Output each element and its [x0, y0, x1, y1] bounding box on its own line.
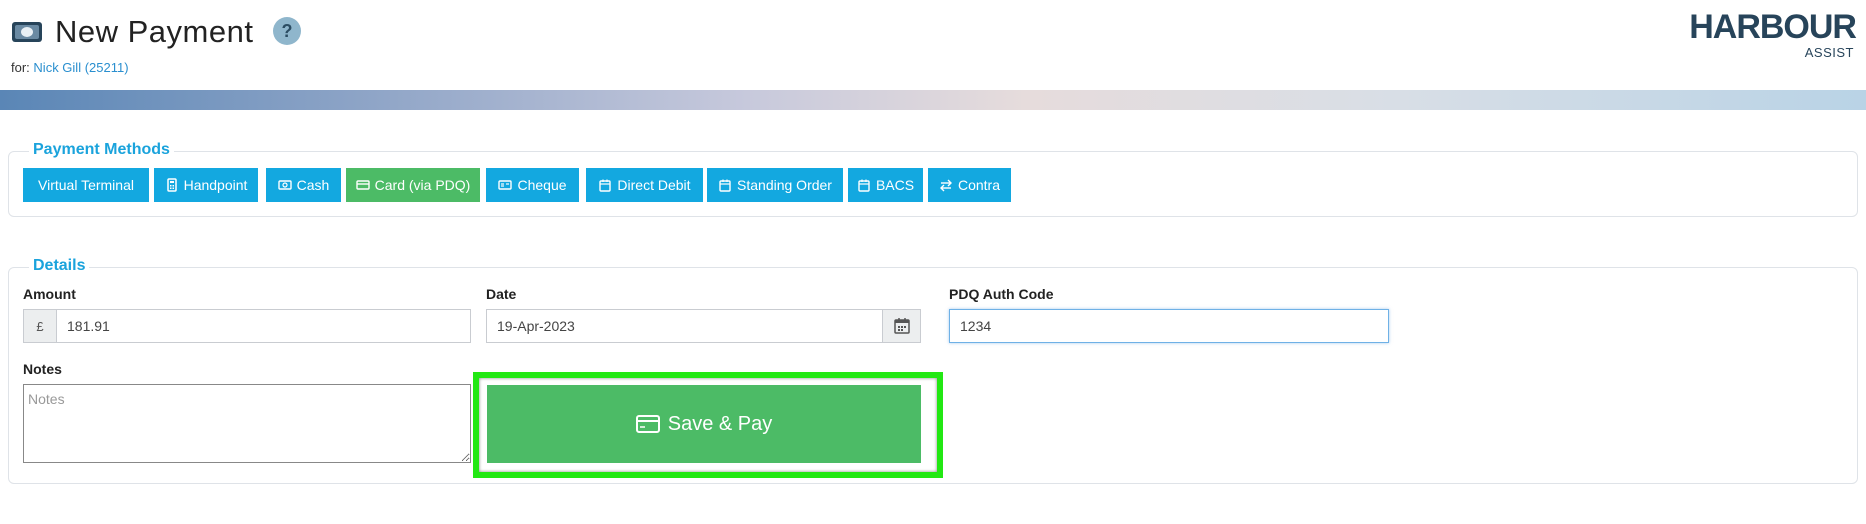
header-banner [0, 90, 1866, 110]
save-pay-highlight: Save & Pay [473, 372, 943, 478]
details-panel: Details Amount £ Date PDQ Auth Code Note… [8, 257, 1858, 484]
auth-code-label: PDQ Auth Code [949, 286, 1054, 302]
money-icon [12, 22, 42, 42]
amount-label: Amount [23, 286, 76, 302]
auth-code-input-group [949, 309, 1389, 343]
handpoint-button[interactable]: Handpoint [154, 168, 258, 202]
amount-input[interactable] [57, 310, 470, 342]
money-icon [277, 180, 292, 190]
harbour-assist-logo: HARBOUR ASSIST [1686, 8, 1857, 60]
date-label: Date [486, 286, 517, 302]
calendar-button[interactable] [882, 310, 920, 342]
notes-textarea[interactable] [23, 384, 471, 463]
logo-main-text: HARBOUR [1689, 8, 1857, 46]
bacs-label: BACS [875, 177, 915, 193]
standing-order-label: Standing Order [737, 177, 832, 193]
save-pay-label: Save & Pay [667, 412, 773, 435]
cheque-label: Cheque [517, 177, 567, 193]
bacs-button[interactable]: BACS [848, 168, 923, 202]
card-pdq-label: Card (via PDQ) [374, 177, 471, 193]
calendar-icon [893, 318, 910, 334]
cash-label: Cash [296, 177, 330, 193]
calculator-icon [166, 178, 177, 192]
help-icon[interactable]: ? [273, 17, 301, 45]
date-input[interactable] [487, 310, 882, 342]
for-label: for: [11, 60, 30, 75]
notes-label: Notes [23, 361, 62, 377]
standing-order-button[interactable]: Standing Order [707, 168, 843, 202]
save-pay-button[interactable]: Save & Pay [487, 385, 921, 463]
date-input-group [486, 309, 921, 343]
page: New Payment ? for: Nick Gill (25211) HAR… [0, 0, 1866, 524]
calendar-icon [599, 179, 612, 192]
for-line: for: Nick Gill (25211) [11, 60, 129, 75]
exchange-icon [939, 179, 952, 192]
details-legend: Details [29, 257, 90, 275]
payment-methods-legend: Payment Methods [29, 141, 174, 159]
credit-card-icon [355, 180, 370, 190]
card-pdq-button[interactable]: Card (via PDQ) [346, 168, 480, 202]
header: New Payment ? for: Nick Gill (25211) HAR… [0, 0, 1866, 90]
cash-button[interactable]: Cash [266, 168, 341, 202]
handpoint-label: Handpoint [183, 177, 248, 193]
contra-button[interactable]: Contra [928, 168, 1011, 202]
calendar-icon [719, 179, 731, 192]
virtual-terminal-label: Virtual Terminal [38, 177, 134, 193]
currency-addon: £ [24, 310, 57, 342]
payment-methods-panel: Payment Methods Virtual Terminal Handpoi… [8, 141, 1858, 217]
amount-input-group: £ [23, 309, 471, 343]
credit-card-icon [635, 415, 660, 433]
virtual-terminal-button[interactable]: Virtual Terminal [23, 168, 149, 202]
direct-debit-label: Direct Debit [617, 177, 691, 193]
contra-label: Contra [957, 177, 1001, 193]
customer-link[interactable]: Nick Gill (25211) [33, 60, 128, 75]
page-title: New Payment [55, 14, 254, 49]
logo-sub-text: ASSIST [1804, 45, 1854, 60]
direct-debit-button[interactable]: Direct Debit [586, 168, 703, 202]
cheque-icon [498, 180, 513, 190]
cheque-button[interactable]: Cheque [486, 168, 579, 202]
calendar-icon [858, 179, 870, 192]
auth-code-input[interactable] [950, 310, 1388, 342]
